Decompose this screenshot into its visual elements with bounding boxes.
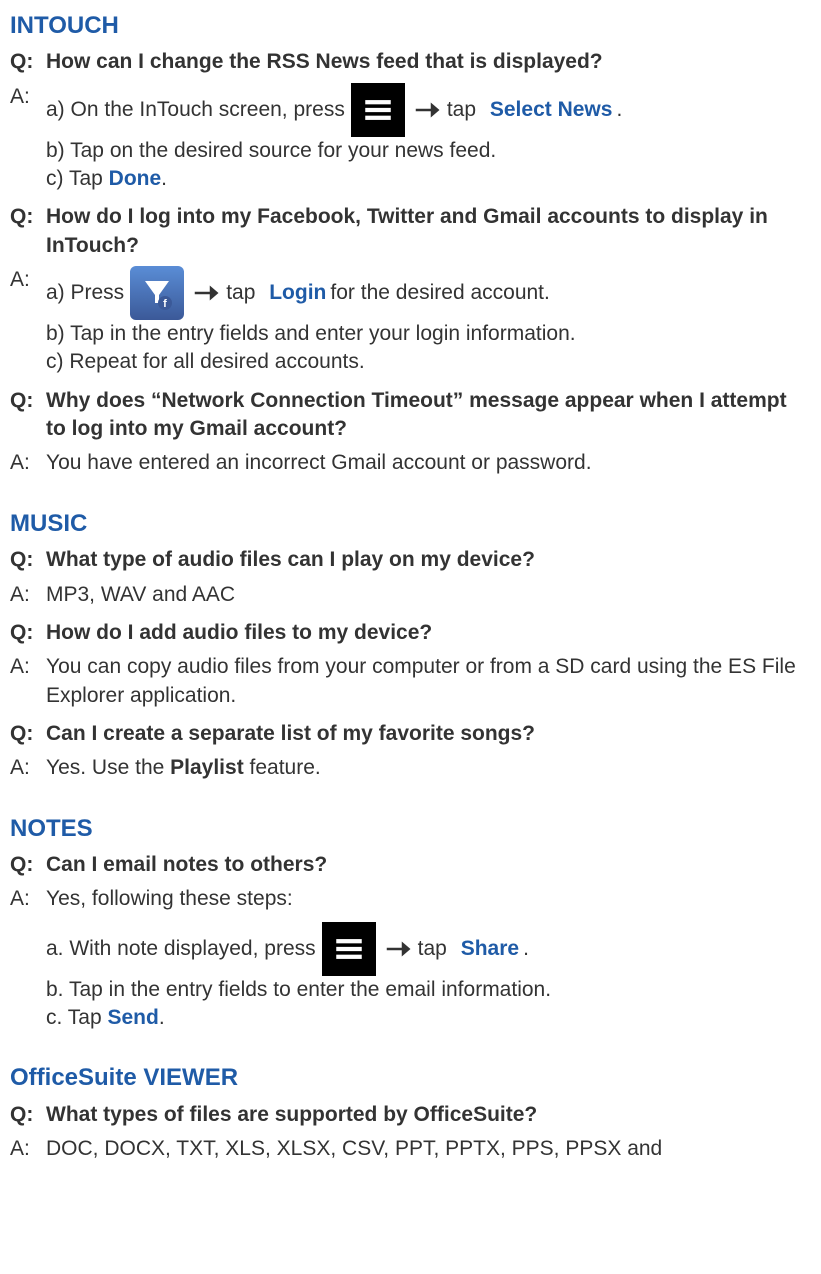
section-title-intouch: INTOUCH <box>10 10 811 42</box>
svg-text:f: f <box>163 298 167 310</box>
question-text: What types of files are supported by Off… <box>46 1101 811 1129</box>
step-text: tap <box>226 279 255 307</box>
answer-text: Yes, following these steps: a. With note… <box>46 885 811 1032</box>
step-text: b) Tap on the desired source for your ne… <box>46 137 811 165</box>
step-text: . <box>159 1006 165 1029</box>
answer-text: You can copy audio files from your compu… <box>46 653 811 710</box>
qa-row: Q: How do I log into my Facebook, Twitte… <box>10 203 811 260</box>
question-text: How can I change the RSS News feed that … <box>46 48 811 76</box>
a-label: A: <box>10 449 46 477</box>
answer-text: Yes. Use the Playlist feature. <box>46 754 811 782</box>
answer-text: a) On the InTouch screen, press tap Sele… <box>46 83 811 194</box>
link-share: Share <box>461 935 519 963</box>
answer-text: You have entered an incorrect Gmail acco… <box>46 449 811 477</box>
q-label: Q: <box>10 203 46 231</box>
link-send: Send <box>107 1006 158 1029</box>
step-text: b) Tap in the entry fields and enter you… <box>46 320 811 348</box>
step-text: Yes, following these steps: <box>46 885 811 913</box>
link-select-news: Select News <box>490 96 613 124</box>
qa-row: Q: How can I change the RSS News feed th… <box>10 48 811 76</box>
a-label: A: <box>10 754 46 782</box>
qa-row: Q: Why does “Network Connection Timeout”… <box>10 387 811 444</box>
qa-row: Q: What type of audio files can I play o… <box>10 546 811 574</box>
step-text: c) Repeat for all desired accounts. <box>46 348 811 376</box>
q-label: Q: <box>10 619 46 647</box>
qa-row: A: MP3, WAV and AAC <box>10 581 811 609</box>
question-text: How do I add audio files to my device? <box>46 619 811 647</box>
bold-playlist: Playlist <box>170 756 244 779</box>
menu-icon <box>351 83 405 137</box>
link-done: Done <box>109 167 162 190</box>
answer-part: feature. <box>244 756 321 779</box>
question-text: Why does “Network Connection Timeout” me… <box>46 387 811 444</box>
question-text: Can I create a separate list of my favor… <box>46 720 811 748</box>
qa-row: A: Yes, following these steps: a. With n… <box>10 885 811 1032</box>
q-label: Q: <box>10 851 46 879</box>
step-text: for the desired account. <box>330 279 549 307</box>
step-text: c) Tap <box>46 167 109 190</box>
step-text: tap <box>447 96 476 124</box>
step-text: tap <box>418 935 447 963</box>
arrow-right-icon <box>382 933 414 965</box>
answer-part: Yes. Use the <box>46 756 170 779</box>
step-text: . <box>161 167 167 190</box>
question-text: Can I email notes to others? <box>46 851 811 879</box>
section-title-office: OfficeSuite VIEWER <box>10 1062 811 1094</box>
a-label: A: <box>10 581 46 609</box>
step-text: a. With note displayed, press <box>46 935 316 963</box>
step-text: c. Tap <box>46 1006 107 1029</box>
qa-row: Q: What types of files are supported by … <box>10 1101 811 1129</box>
qa-row: A: DOC, DOCX, TXT, XLS, XLSX, CSV, PPT, … <box>10 1135 811 1163</box>
link-login: Login <box>269 279 326 307</box>
step-text: a) Press <box>46 279 124 307</box>
question-text: How do I log into my Facebook, Twitter a… <box>46 203 811 260</box>
q-label: Q: <box>10 720 46 748</box>
a-label: A: <box>10 885 46 913</box>
q-label: Q: <box>10 387 46 415</box>
answer-text: MP3, WAV and AAC <box>46 581 811 609</box>
qa-row: Q: Can I create a separate list of my fa… <box>10 720 811 748</box>
facebook-funnel-icon: f <box>130 266 184 320</box>
a-label: A: <box>10 83 46 111</box>
qa-row: A: You can copy audio files from your co… <box>10 653 811 710</box>
answer-text: DOC, DOCX, TXT, XLS, XLSX, CSV, PPT, PPT… <box>46 1135 811 1163</box>
qa-row: A: a) Press f tap Login for the desired … <box>10 266 811 377</box>
step-text: . <box>523 935 529 963</box>
section-title-music: MUSIC <box>10 508 811 540</box>
a-label: A: <box>10 266 46 294</box>
qa-row: A: a) On the InTouch screen, press tap S… <box>10 83 811 194</box>
q-label: Q: <box>10 48 46 76</box>
arrow-right-icon <box>411 94 443 126</box>
answer-text: a) Press f tap Login for the desired acc… <box>46 266 811 377</box>
a-label: A: <box>10 653 46 681</box>
step-text: a) On the InTouch screen, press <box>46 96 345 124</box>
q-label: Q: <box>10 546 46 574</box>
arrow-right-icon <box>190 277 222 309</box>
qa-row: Q: How do I add audio files to my device… <box>10 619 811 647</box>
step-text: . <box>616 96 622 124</box>
menu-icon <box>322 922 376 976</box>
q-label: Q: <box>10 1101 46 1129</box>
step-text: b. Tap in the entry fields to enter the … <box>46 976 811 1004</box>
qa-row: A: Yes. Use the Playlist feature. <box>10 754 811 782</box>
question-text: What type of audio files can I play on m… <box>46 546 811 574</box>
section-title-notes: NOTES <box>10 813 811 845</box>
a-label: A: <box>10 1135 46 1163</box>
qa-row: A: You have entered an incorrect Gmail a… <box>10 449 811 477</box>
qa-row: Q: Can I email notes to others? <box>10 851 811 879</box>
